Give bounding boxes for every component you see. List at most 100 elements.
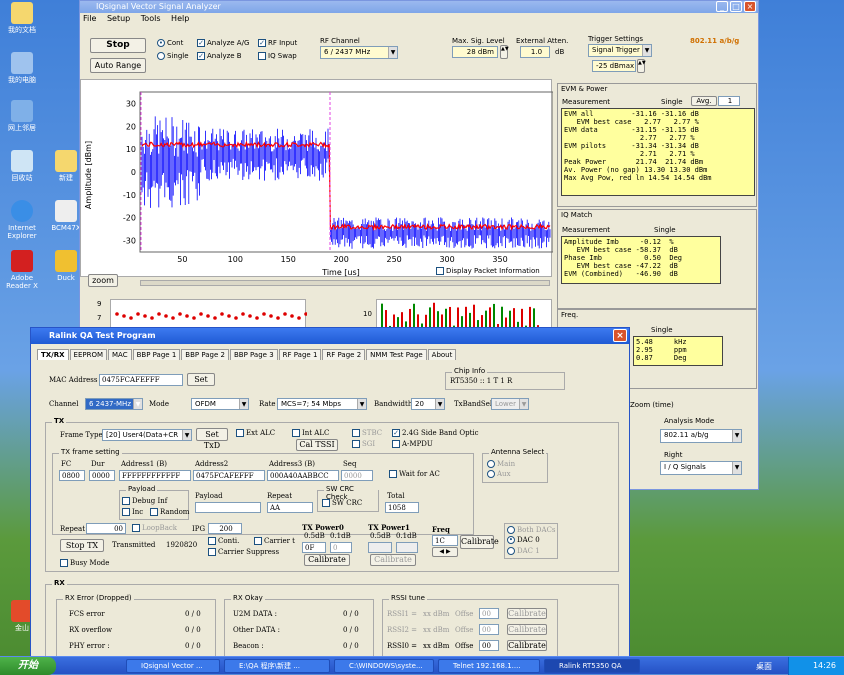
task-ralink[interactable]: Ralink RT5350 QA: [544, 659, 640, 673]
tab-nmm[interactable]: NMM Test Page: [366, 349, 427, 360]
analyze-ag-checkbox[interactable]: ✓ Analyze A/G: [197, 39, 249, 47]
desktop-icon-adobe[interactable]: Adobe Reader X: [2, 250, 42, 290]
fc-field[interactable]: 0800: [59, 470, 85, 481]
aux-radio[interactable]: Aux: [487, 470, 511, 478]
calibrate-freq-button[interactable]: Calibrate: [460, 535, 499, 549]
rf-channel-select[interactable]: 6 / 2437 MHz ▼: [320, 46, 398, 59]
freq-field[interactable]: 1C: [432, 535, 458, 546]
ext-alc-checkbox[interactable]: Ext ALC: [236, 429, 275, 437]
addr1-field[interactable]: FFFFFFFFFFFF: [119, 470, 191, 481]
mode-select[interactable]: OFDM ▼: [191, 398, 249, 410]
menu-tools[interactable]: Tools: [141, 14, 161, 23]
calibrate-power0-button[interactable]: Calibrate: [304, 554, 350, 566]
task-iqsignal[interactable]: IQsignal Vector ...: [126, 659, 220, 673]
analyze-b-checkbox[interactable]: ✓ Analyze B: [197, 52, 242, 60]
avg-count-field[interactable]: 1: [718, 96, 740, 106]
busy-mode-checkbox[interactable]: Busy Mode: [60, 559, 109, 567]
rate-select[interactable]: MCS=7; 54 Mbps ▼: [277, 398, 367, 410]
amplitude-plot[interactable]: 30 20 10 0 -10 -20 -30 50 100 150 200 250 300 350 Amp…: [80, 79, 554, 277]
single-radio[interactable]: Single: [157, 52, 189, 60]
addr2-field[interactable]: 0475FCAFEFFF: [193, 470, 265, 481]
main-radio[interactable]: Main: [487, 460, 515, 468]
desktop-icon-computer[interactable]: 我的电脑: [2, 52, 42, 84]
int-alc-checkbox[interactable]: Int ALC: [292, 429, 329, 437]
desktop-icon-network[interactable]: 网上邻居: [2, 100, 42, 132]
trigger-select[interactable]: Signal Trigger ▼: [588, 44, 652, 57]
cont-radio[interactable]: • Cont: [157, 39, 183, 47]
cal-tssi-button[interactable]: Cal TSSI: [296, 439, 338, 451]
zoom-button[interactable]: zoom: [88, 274, 118, 287]
rf-input-checkbox[interactable]: ✓ RF Input: [258, 39, 297, 47]
mac-field[interactable]: 0475FCAFEFFF: [99, 374, 183, 386]
rssi1-offset-field[interactable]: 00: [479, 608, 499, 619]
tab-txrx[interactable]: TX/RX: [37, 349, 69, 360]
wait-ac-checkbox[interactable]: Wait for AC: [389, 470, 440, 478]
tx-power0-field[interactable]: 0F: [302, 542, 326, 553]
channel-select[interactable]: 6 2437-MHz ▼: [85, 398, 143, 410]
menu-setup[interactable]: Setup: [107, 14, 130, 23]
total-field[interactable]: 1058: [385, 502, 419, 513]
seq-field[interactable]: 0000: [341, 470, 373, 481]
auto-range-button[interactable]: Auto Range: [90, 58, 146, 73]
task-telnet[interactable]: Telnet 192.168.1....: [438, 659, 540, 673]
rssi0-offset-field[interactable]: 00: [479, 640, 499, 651]
lower-plot-left[interactable]: 9 7: [97, 299, 308, 329]
tab-eeprom[interactable]: EEPROM: [69, 349, 107, 360]
rssi2-calibrate-button[interactable]: Calibrate: [507, 624, 547, 635]
tab-about[interactable]: About: [427, 349, 457, 360]
rssi1-calibrate-button[interactable]: Calibrate: [507, 608, 547, 619]
close-icon[interactable]: ×: [613, 329, 627, 342]
ampdu-checkbox[interactable]: A-MPDU: [392, 440, 433, 448]
frame-type-select[interactable]: [20] User4(Data+CR ▼: [102, 429, 192, 441]
display-packet-checkbox[interactable]: Display Packet Information: [436, 267, 540, 275]
tab-bbp1[interactable]: BBP Page 1: [132, 349, 181, 360]
tx-power0-fine-field[interactable]: 0: [330, 542, 352, 553]
iq-swap-checkbox[interactable]: IQ Swap: [258, 52, 297, 60]
lower-plot-right[interactable]: 10: [363, 299, 552, 330]
tab-rf1[interactable]: RF Page 1: [278, 349, 322, 360]
task-cmd[interactable]: C:\WINDOWS\syste...: [334, 659, 434, 673]
right-view-select[interactable]: I / Q Signals ▼: [660, 461, 742, 475]
bandwidth-select[interactable]: 20 ▼: [411, 398, 445, 410]
freq-arrows[interactable]: ◀ ▶: [432, 547, 458, 557]
rssi2-offset-field[interactable]: 00: [479, 624, 499, 635]
carrier-suppress-checkbox[interactable]: Carrier Suppress: [208, 548, 279, 556]
analysis-mode-select[interactable]: 802.11 a/b/g ▼: [660, 429, 742, 443]
stbc-checkbox[interactable]: STBC: [352, 429, 382, 437]
tx-repeat-field[interactable]: 00: [86, 523, 126, 534]
stop-button[interactable]: Stop: [90, 38, 146, 53]
menu-file[interactable]: File: [83, 14, 96, 23]
tab-bbp2[interactable]: BBP Page 2: [181, 349, 229, 360]
addr3-field[interactable]: 000A40AABBCC: [267, 470, 339, 481]
ext-atten-field[interactable]: 1.0: [520, 46, 550, 58]
minimize-icon[interactable]: _: [716, 1, 728, 12]
trigger-level-field[interactable]: -25 dBmax: [592, 60, 636, 72]
task-explorer[interactable]: E:\QA 程序\新建 ...: [224, 659, 330, 673]
trigger-level-spinner[interactable]: ▲▼: [637, 59, 646, 73]
tx-power1-fine-field[interactable]: [396, 542, 418, 553]
dur-field[interactable]: 0000: [89, 470, 115, 481]
sw-crc-checkbox[interactable]: SW CRC: [322, 499, 362, 507]
plot-scrollbar[interactable]: [140, 280, 550, 286]
max-sig-spinner[interactable]: ▲▼: [500, 45, 509, 59]
avg-button[interactable]: Avg.: [691, 96, 717, 106]
loopback-checkbox[interactable]: LoopBack: [132, 524, 177, 532]
dac0-radio[interactable]: • DAC 0: [507, 536, 540, 544]
menu-help[interactable]: Help: [171, 14, 189, 23]
calibrate-power1-button[interactable]: Calibrate: [370, 554, 416, 566]
tab-rf2[interactable]: RF Page 2: [322, 349, 366, 360]
tab-mac[interactable]: MAC: [108, 349, 132, 360]
set-txd-button[interactable]: Set TxD: [196, 428, 228, 450]
desktop-icon-recycle[interactable]: 回收站: [2, 150, 42, 182]
maximize-icon[interactable]: □: [730, 1, 742, 12]
desktop-icon-documents[interactable]: 我的文档: [2, 2, 42, 34]
desktop-toolbar-label[interactable]: 桌面: [756, 661, 772, 672]
close-icon[interactable]: ×: [744, 1, 756, 12]
conti-checkbox[interactable]: Conti.: [208, 537, 239, 545]
max-sig-field[interactable]: 28 dBm: [452, 46, 498, 58]
txbandsel-select[interactable]: Lower ▼: [491, 398, 529, 410]
inc-checkbox[interactable]: Inc: [122, 508, 143, 516]
dac1-radio[interactable]: DAC 1: [507, 547, 540, 555]
start-button[interactable]: 开始: [0, 657, 56, 675]
tx-power1-field[interactable]: [368, 542, 392, 553]
